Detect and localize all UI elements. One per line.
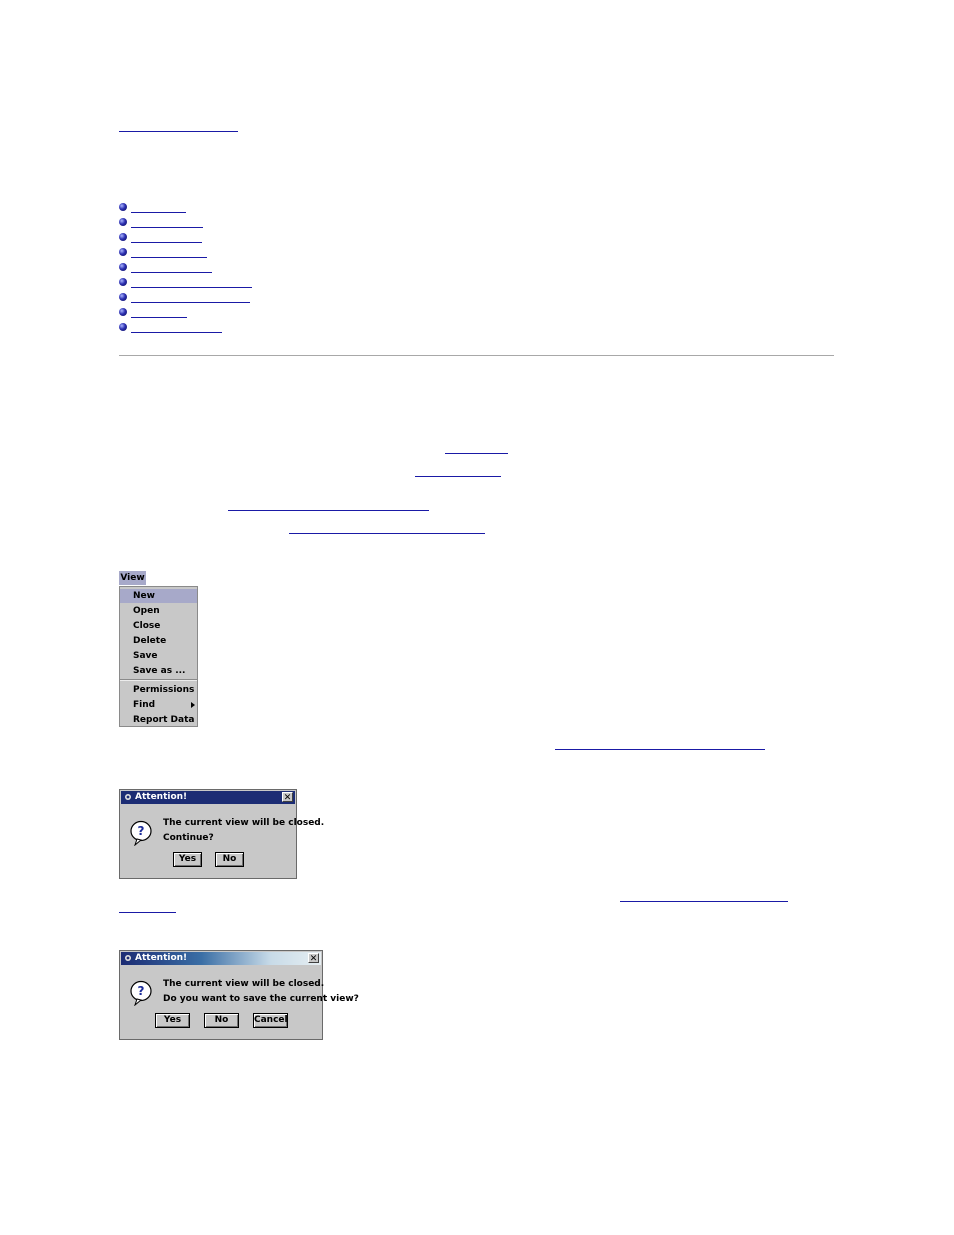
bullet-icon xyxy=(119,293,127,301)
body-link[interactable] xyxy=(415,476,501,477)
dialog-message-line1: The current view will be closed. xyxy=(163,818,325,828)
close-icon[interactable]: ✕ xyxy=(282,792,293,802)
menu-title-view[interactable]: View xyxy=(119,571,146,585)
dialog-message-line1: The current view will be closed. xyxy=(163,979,325,989)
menu-item-open[interactable]: Open xyxy=(120,604,197,618)
no-button[interactable]: No xyxy=(215,852,244,867)
dialog-titlebar: Attention! ✕ xyxy=(121,952,321,965)
question-icon: ? xyxy=(130,820,152,846)
toc-item[interactable] xyxy=(119,321,229,336)
toc-item[interactable] xyxy=(119,201,189,216)
attention-dialog-save: Attention! ✕ ? The current view will be … xyxy=(119,950,359,1040)
top-link[interactable] xyxy=(119,131,238,132)
svg-text:?: ? xyxy=(138,984,145,998)
svg-text:?: ? xyxy=(138,824,145,838)
body-link[interactable] xyxy=(620,901,788,902)
toc-link[interactable] xyxy=(131,302,250,303)
menu-separator xyxy=(120,679,197,681)
dialog-title: Attention! xyxy=(135,953,188,963)
yes-button[interactable]: Yes xyxy=(155,1013,190,1028)
toc-item[interactable] xyxy=(119,216,209,231)
toc-link[interactable] xyxy=(131,212,186,213)
body-link[interactable] xyxy=(119,912,176,913)
toc-link[interactable] xyxy=(131,272,212,273)
toc-item[interactable] xyxy=(119,306,194,321)
body-link[interactable] xyxy=(445,453,508,454)
toc-link[interactable] xyxy=(131,287,252,288)
dialog-message-line2: Do you want to save the current view? xyxy=(163,994,359,1004)
toc-link[interactable] xyxy=(131,227,203,228)
bullet-icon xyxy=(119,248,127,256)
submenu-arrow-icon xyxy=(191,702,195,708)
cancel-button[interactable]: Cancel xyxy=(253,1013,288,1028)
bullet-icon xyxy=(119,308,127,316)
body-link[interactable] xyxy=(228,510,429,511)
bullet-icon xyxy=(119,203,127,211)
menu-item-close[interactable]: Close xyxy=(120,619,197,633)
dialog-title: Attention! xyxy=(135,792,188,802)
dialog-titlebar: Attention! ✕ xyxy=(121,791,295,804)
menu-item-new[interactable]: New xyxy=(120,589,197,603)
dialog-message-line2: Continue? xyxy=(163,833,214,843)
toc-item[interactable] xyxy=(119,231,209,246)
menu-item-find[interactable]: Find xyxy=(120,698,197,712)
menu-item-permissions[interactable]: Permissions xyxy=(120,683,197,697)
toc-item[interactable] xyxy=(119,276,259,291)
no-button[interactable]: No xyxy=(204,1013,239,1028)
menu-item-find-label: Find xyxy=(133,700,156,710)
bullet-icon xyxy=(119,218,127,226)
body-link[interactable] xyxy=(555,749,765,750)
toc-item[interactable] xyxy=(119,261,219,276)
horizontal-rule xyxy=(119,355,834,356)
toc-link[interactable] xyxy=(131,242,202,243)
bullet-icon xyxy=(119,233,127,241)
attention-dialog-continue: Attention! ✕ ? The current view will be … xyxy=(119,789,324,879)
app-icon xyxy=(125,794,131,800)
toc-item[interactable] xyxy=(119,291,259,306)
bullet-icon xyxy=(119,278,127,286)
toc-link[interactable] xyxy=(131,257,207,258)
question-icon: ? xyxy=(130,980,152,1006)
toc-link[interactable] xyxy=(131,332,222,333)
body-link[interactable] xyxy=(289,533,485,534)
yes-button[interactable]: Yes xyxy=(173,852,202,867)
menu-item-save[interactable]: Save xyxy=(120,649,197,663)
bullet-icon xyxy=(119,323,127,331)
view-menu-panel: New Open Close Delete Save Save as ... P… xyxy=(119,586,198,727)
toc-link[interactable] xyxy=(131,317,187,318)
app-icon xyxy=(125,955,131,961)
menu-item-save-as[interactable]: Save as ... xyxy=(120,664,197,678)
close-icon[interactable]: ✕ xyxy=(308,953,319,963)
bullet-icon xyxy=(119,263,127,271)
menu-item-report-data[interactable]: Report Data xyxy=(120,713,197,727)
menu-item-delete[interactable]: Delete xyxy=(120,634,197,648)
toc-item[interactable] xyxy=(119,246,214,261)
